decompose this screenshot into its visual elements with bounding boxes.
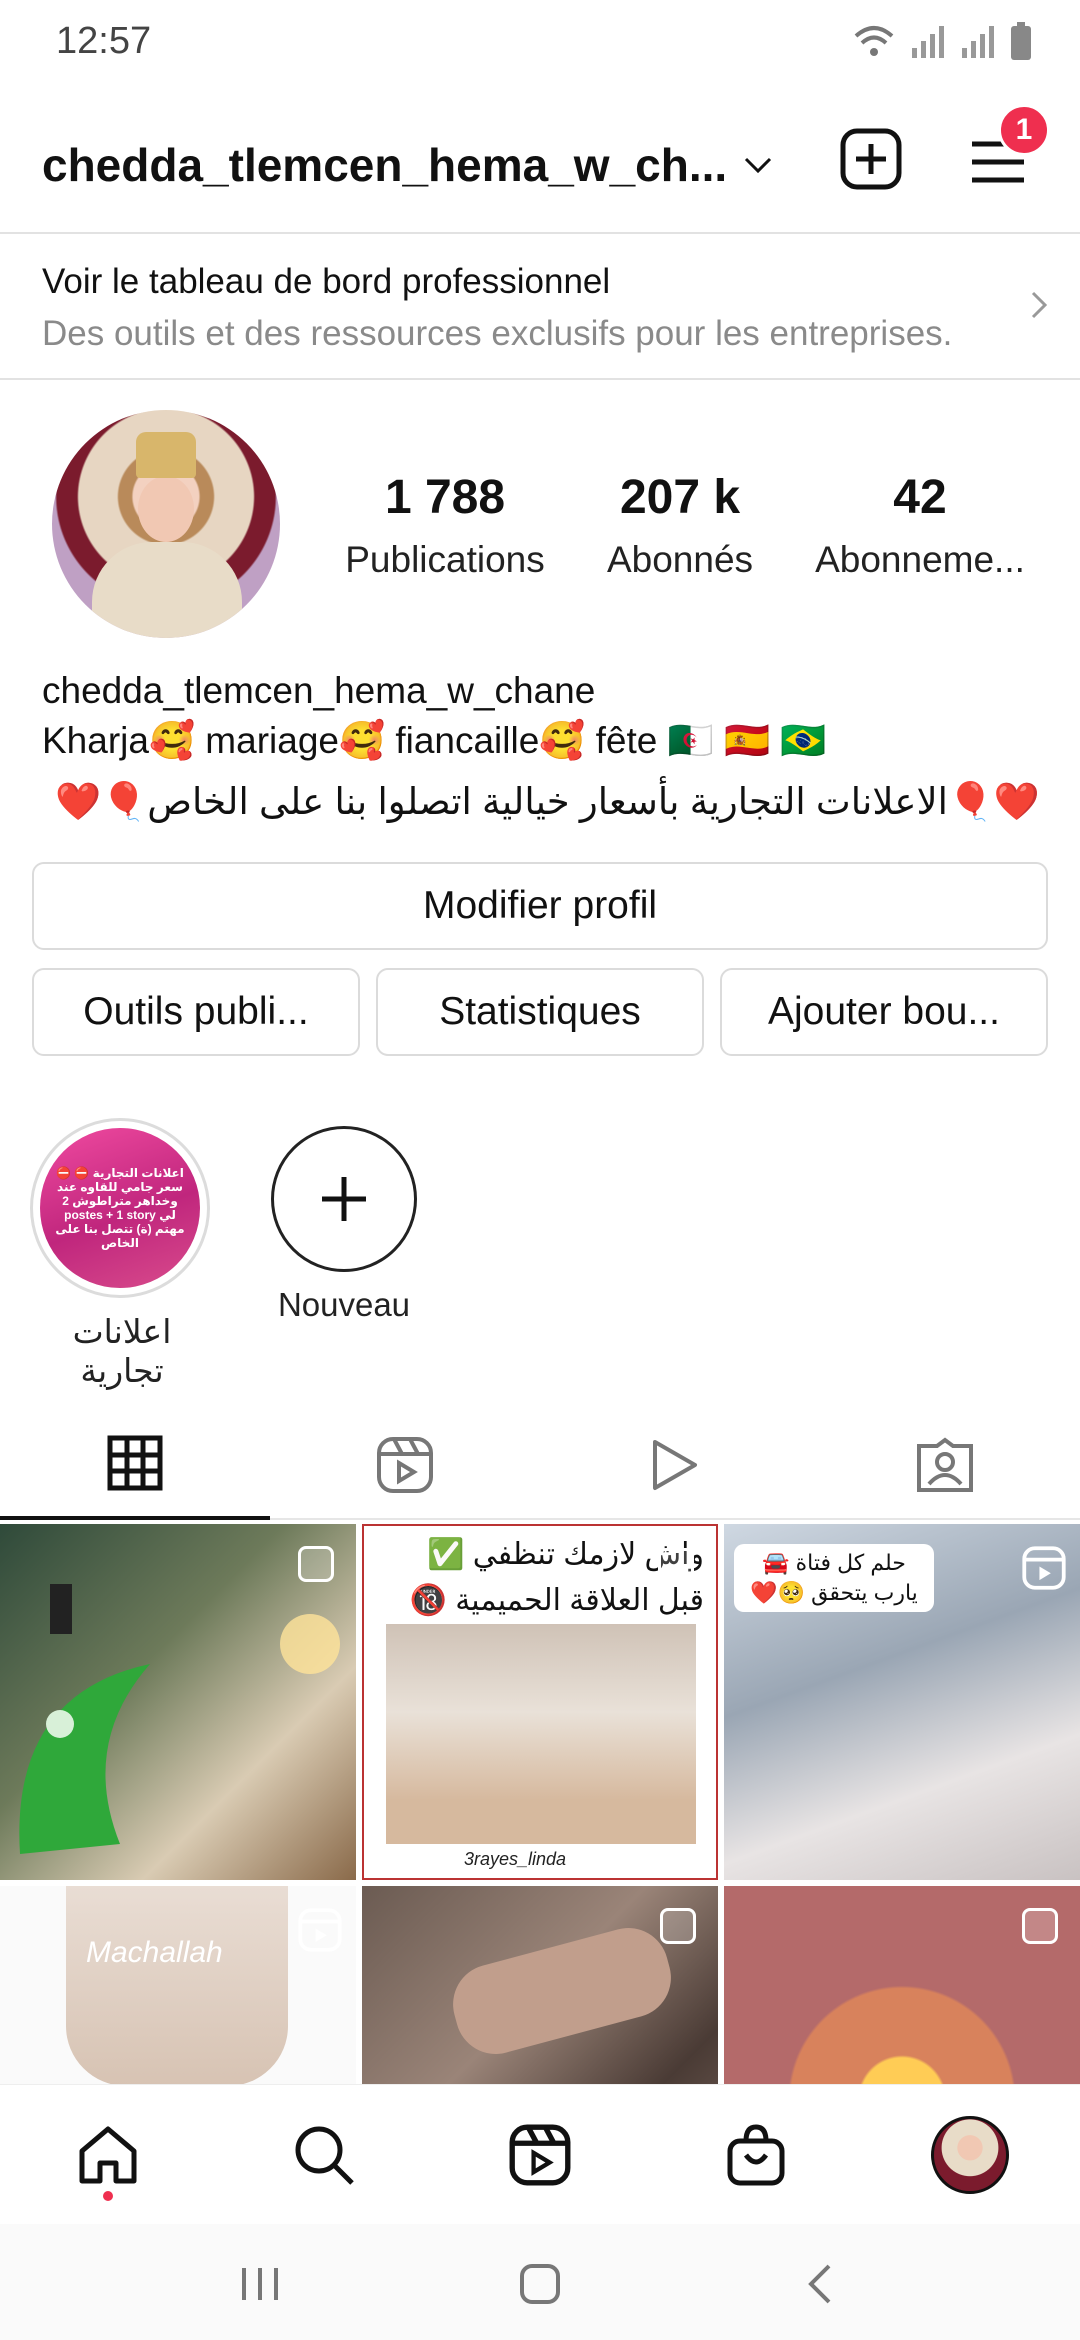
status-bar: 12:57 [0, 0, 1080, 86]
nav-profile-avatar [931, 2116, 1009, 2194]
bio-line-1: Kharja🥰 mariage🥰 fiancaille🥰 fête 🇩🇿 🇪🇸 … [42, 720, 827, 761]
stat-following-label: Abonneme... [815, 539, 1025, 580]
post-overlay-text: حلم كل فتاة 🚘 يارب يتحقق 🥺❤️ [734, 1544, 934, 1612]
multi-select-icon [1022, 1908, 1058, 1944]
post-photo [444, 1919, 680, 2063]
system-navigation-bar [0, 2224, 1080, 2340]
post-overlay-text: واش لازمك تنظفي ✅ قبل العلاقة الحميمية 🔞 [409, 1538, 704, 1617]
signal-icon [962, 26, 994, 58]
back-button[interactable] [780, 2254, 860, 2314]
reels-icon [298, 1908, 342, 1952]
nav-profile[interactable] [930, 2115, 1010, 2195]
chevron-down-icon[interactable] [744, 156, 772, 174]
pro-banner-subtitle: Des outils et des ressources exclusifs p… [42, 314, 953, 353]
tab-posts-grid[interactable] [0, 1410, 270, 1520]
grid-post[interactable]: حلم كل فتاة 🚘 يارب يتحقق 🥺❤️ [724, 1524, 1080, 1880]
highlight-label: اعلانات تجارية [72, 1313, 172, 1389]
grid-icon [107, 1435, 163, 1491]
posts-grid: واش لازمك تنظفي ✅ قبل العلاقة الحميمية 🔞… [0, 1524, 1080, 2084]
signal-icon [912, 26, 944, 58]
stat-posts-label: Publications [345, 539, 545, 580]
grid-post[interactable]: واش لازمك تنظفي ✅ قبل العلاقة الحميمية 🔞… [362, 1524, 718, 1880]
search-icon [295, 2126, 354, 2185]
post-photo [66, 1886, 288, 2084]
post-footer: 3rayes_linda [464, 1849, 567, 1869]
add-button-button[interactable]: Ajouter bou... [720, 968, 1048, 1056]
avatar-dress [92, 542, 242, 638]
stat-following-value: 42 [893, 471, 947, 524]
account-switcher[interactable]: chedda_tlemcen_hema_w_ch... [42, 138, 727, 192]
multi-select-icon [658, 1548, 694, 1584]
shop-icon [727, 2124, 785, 2186]
post-overlay-text: Machallah [86, 1936, 223, 1969]
pro-tools-button[interactable]: Outils publi... [32, 968, 360, 1056]
recent-apps-icon [242, 2268, 278, 2300]
add-post-icon[interactable] [840, 128, 902, 190]
nav-search[interactable] [284, 2115, 364, 2195]
notification-badge: 1 [998, 104, 1050, 156]
home-button[interactable] [500, 2254, 580, 2314]
video-icon [653, 1440, 697, 1490]
tab-videos[interactable] [540, 1410, 810, 1520]
professional-dashboard-banner[interactable]: Voir le tableau de bord professionnel De… [0, 232, 1080, 380]
highlight-cover: ⛔ اعلانات التجارية ⛔ سعر جامي للقاوه عند… [40, 1128, 200, 1288]
highlight-label: Nouveau [277, 1286, 411, 1323]
tagged-icon [917, 1437, 973, 1492]
highlight-new[interactable]: Nouveau [262, 1118, 426, 1324]
avatar-face [138, 476, 194, 542]
home-icon [79, 2126, 137, 2184]
back-icon [808, 2264, 831, 2304]
battery-icon [1011, 22, 1031, 60]
chevron-right-icon [1031, 291, 1048, 319]
home-button-icon [520, 2264, 560, 2304]
insights-button[interactable]: Statistiques [376, 968, 704, 1056]
plus-icon [322, 1177, 366, 1221]
bio-line-2: ❤️🎈الاعلانات التجارية بأسعار خيالية اتصل… [55, 781, 1040, 822]
grid-post[interactable] [724, 1886, 1080, 2084]
highlight-ring: ⛔ اعلانات التجارية ⛔ سعر جامي للقاوه عند… [30, 1118, 210, 1298]
edit-profile-button[interactable]: Modifier profil [32, 862, 1048, 950]
nav-shop[interactable] [716, 2115, 796, 2195]
stat-followers[interactable]: 207 k Abonnés [570, 470, 790, 581]
profile-stats: 1 788 Publications 207 k Abonnés 42 Abon… [330, 470, 1040, 590]
stat-posts-value: 1 788 [384, 471, 506, 524]
nav-reels[interactable] [500, 2115, 580, 2195]
post-photo [386, 1624, 696, 1844]
stat-followers-label: Abonnés [606, 539, 754, 580]
bottom-navigation [0, 2084, 1080, 2224]
tab-tagged[interactable] [810, 1410, 1080, 1520]
stat-posts[interactable]: 1 788 Publications [330, 470, 560, 581]
profile-avatar[interactable] [52, 410, 280, 638]
new-highlight-ring [271, 1126, 417, 1272]
multi-select-icon [298, 1546, 334, 1582]
grid-post[interactable]: Machallah [0, 1886, 356, 2084]
status-icons [852, 22, 1032, 60]
highlight-ads[interactable]: ⛔ اعلانات التجارية ⛔ سعر جامي للقاوه عند… [30, 1118, 214, 1390]
tab-reels[interactable] [270, 1410, 540, 1520]
bio-name: chedda_tlemcen_hema_w_chane [42, 670, 596, 711]
stat-following[interactable]: 42 Abonneme... [800, 470, 1040, 581]
status-time: 12:57 [56, 20, 152, 62]
multi-select-icon [660, 1908, 696, 1944]
pro-banner-title: Voir le tableau de bord professionnel [42, 262, 611, 301]
reels-icon [377, 1437, 433, 1493]
content-tabs [0, 1410, 1080, 1520]
grid-post[interactable] [362, 1886, 718, 2084]
grid-post[interactable] [0, 1524, 356, 1880]
nav-home-indicator [103, 2191, 113, 2201]
nav-home[interactable] [68, 2115, 148, 2195]
reels-icon [509, 2124, 571, 2186]
wifi-icon [854, 26, 894, 56]
reels-icon [1022, 1546, 1066, 1590]
avatar-crown [136, 432, 196, 478]
recent-apps-button[interactable] [220, 2254, 300, 2314]
stat-followers-value: 207 k [619, 471, 741, 524]
profile-header: chedda_tlemcen_hema_w_ch... [0, 110, 1080, 220]
